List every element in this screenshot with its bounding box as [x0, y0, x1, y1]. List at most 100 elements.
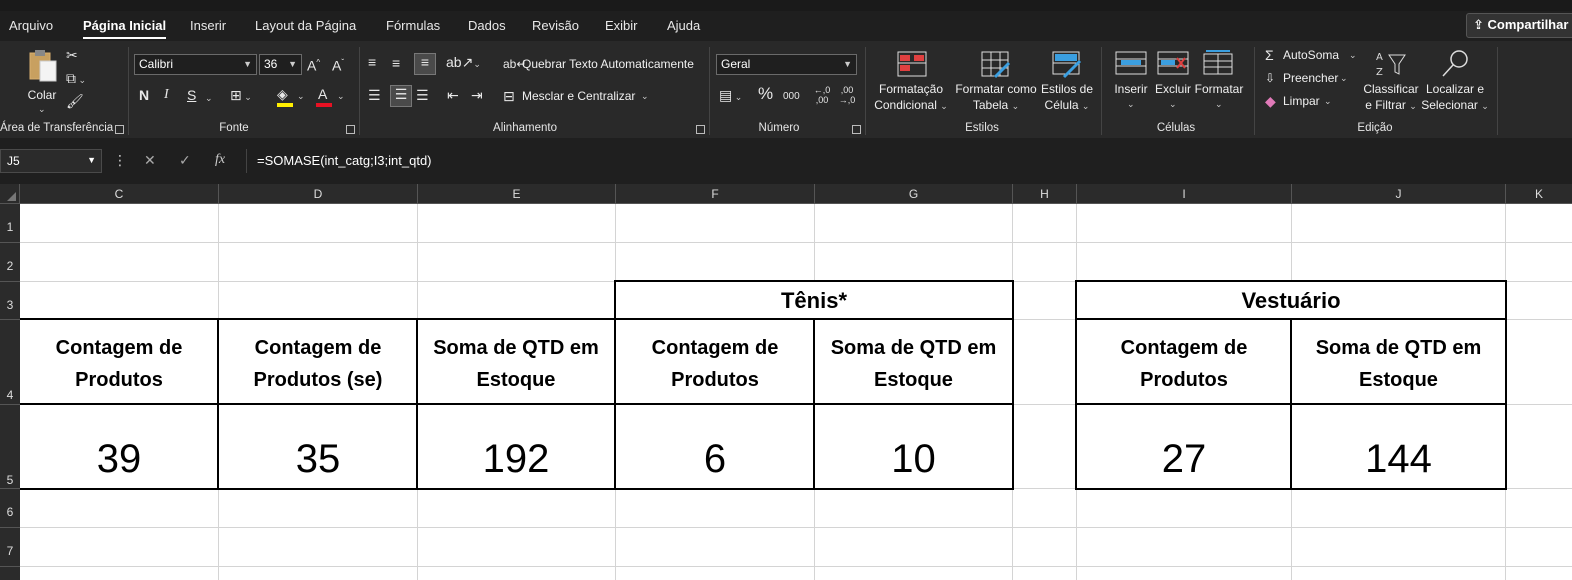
align-middle-icon[interactable]: ≡ — [392, 55, 400, 71]
chevron-down-icon: ⌄ — [1324, 96, 1332, 106]
row-headers: 1 2 3 4 5 6 7 — [0, 204, 20, 580]
bold-button[interactable]: N — [139, 87, 149, 103]
cell-styles-button[interactable]: Estilos de Célula ⌄ — [1040, 49, 1094, 119]
insert-cells-button[interactable]: Inserir ⌄ — [1110, 49, 1152, 119]
fill-button[interactable]: ⇩ Preencher ⌄ — [1265, 70, 1355, 88]
value-cell-j5[interactable]: 144 — [1290, 403, 1507, 490]
value-cell-i5[interactable]: 27 — [1075, 403, 1293, 490]
clipboard-launcher-icon[interactable] — [115, 125, 124, 134]
row-header-6[interactable]: 6 — [0, 489, 20, 528]
decrease-indent-icon[interactable]: ⇤ — [447, 87, 459, 103]
header-cell-e4[interactable]: Soma de QTD em Estoque — [416, 318, 616, 406]
merge-center-button[interactable]: ⊟ Mesclar e Centralizar ⌄ — [503, 88, 663, 106]
thousands-separator-button[interactable]: 000 — [783, 89, 800, 105]
tab-layout-da-pagina[interactable]: Layout da Página — [255, 18, 356, 33]
decrease-font-icon[interactable]: Aˇ — [332, 55, 344, 74]
group-title-tenis[interactable]: Tênis* — [614, 280, 1014, 321]
insert-function-icon[interactable]: fx — [215, 152, 225, 168]
worksheet-grid[interactable]: Tênis* Vestuário Contagem de Produtos Con… — [20, 204, 1572, 580]
column-header-e[interactable]: E — [418, 184, 616, 204]
header-cell-g4[interactable]: Soma de QTD em Estoque — [813, 318, 1014, 406]
format-as-table-button[interactable]: Formatar como Tabela ⌄ — [953, 49, 1039, 119]
tab-ajuda[interactable]: Ajuda — [667, 18, 700, 33]
italic-button[interactable]: I — [164, 87, 169, 103]
header-cell-i4[interactable]: Contagem de Produtos — [1075, 318, 1293, 406]
paste-button[interactable]: Colar ⌄ — [22, 47, 62, 114]
increase-decimal-button[interactable]: ←,0 ,00 — [813, 85, 831, 105]
row-header-1[interactable]: 1 — [0, 204, 20, 243]
name-box[interactable]: J5 ▼ — [0, 149, 102, 173]
decrease-decimal-button[interactable]: ,00 →,0 — [838, 85, 856, 105]
tab-pagina-inicial[interactable]: Página Inicial — [83, 18, 167, 39]
number-launcher-icon[interactable] — [852, 125, 861, 134]
column-header-k[interactable]: K — [1506, 184, 1572, 204]
borders-icon[interactable]: ⊞ ⌄ — [230, 87, 252, 105]
header-cell-c4[interactable]: Contagem de Produtos — [20, 318, 220, 406]
value-cell-e5[interactable]: 192 — [416, 403, 616, 490]
header-cell-j4[interactable]: Soma de QTD em Estoque — [1290, 318, 1507, 406]
formula-input[interactable]: =SOMASE(int_catg;I3;int_qtd) — [246, 149, 1572, 173]
column-header-c[interactable]: C — [20, 184, 219, 204]
row-header-3[interactable]: 3 — [0, 282, 20, 320]
orientation-icon[interactable]: ab↗⌄ — [446, 54, 481, 72]
column-header-j[interactable]: J — [1292, 184, 1506, 204]
value-cell-c5[interactable]: 39 — [20, 403, 220, 490]
row-header-4[interactable]: 4 — [0, 320, 20, 405]
header-cell-f4[interactable]: Contagem de Produtos — [614, 318, 816, 406]
format-painter-icon[interactable]: 🖌 — [66, 93, 84, 109]
value-cell-g5[interactable]: 10 — [813, 403, 1014, 490]
select-all-button[interactable] — [0, 184, 20, 204]
underline-button[interactable]: S — [187, 87, 196, 103]
sort-filter-button[interactable]: A Z Classificar e Filtrar ⌄ — [1362, 47, 1420, 119]
font-size-select[interactable]: 36 ▼ — [259, 54, 302, 75]
font-color-button[interactable]: A ⌄ — [316, 86, 348, 108]
find-select-button[interactable]: Localizar e Selecionar ⌄ — [1421, 47, 1489, 119]
row-header-7[interactable]: 7 — [0, 528, 20, 567]
header-cell-d4[interactable]: Contagem de Produtos (se) — [217, 318, 419, 406]
value-cell-d5[interactable]: 35 — [217, 403, 419, 490]
align-left-icon[interactable]: ☰ — [368, 87, 381, 103]
tab-dados[interactable]: Dados — [468, 18, 506, 33]
tab-formulas[interactable]: Fórmulas — [386, 18, 440, 33]
column-header-f[interactable]: F — [616, 184, 815, 204]
align-right-icon[interactable]: ☰ — [416, 87, 429, 103]
cut-icon[interactable]: ✂ — [66, 47, 78, 63]
column-header-h[interactable]: H — [1013, 184, 1077, 204]
format-cells-button[interactable]: Formatar ⌄ — [1194, 49, 1244, 119]
copy-icon[interactable]: ⧉ ⌄ — [66, 70, 86, 88]
value-cell-f5[interactable]: 6 — [614, 403, 816, 490]
align-bottom-icon[interactable]: ≡ — [414, 53, 436, 75]
share-button[interactable]: ⇪ Compartilhar — [1466, 13, 1572, 38]
accounting-format-icon[interactable]: ▤ ⌄ — [719, 87, 742, 105]
column-header-g[interactable]: G — [815, 184, 1013, 204]
chevron-down-icon[interactable]: ⌄ — [205, 93, 213, 104]
tab-revisao[interactable]: Revisão — [532, 18, 579, 33]
conditional-formatting-button[interactable]: Formatação Condicional ⌄ — [870, 49, 952, 119]
tab-inserir[interactable]: Inserir — [190, 18, 226, 33]
group-title-vestuario[interactable]: Vestuário — [1075, 280, 1507, 321]
tab-exibir[interactable]: Exibir — [605, 18, 638, 33]
row-header-5[interactable]: 5 — [0, 405, 20, 489]
increase-font-icon[interactable]: A^ — [307, 55, 320, 74]
autosum-button[interactable]: Σ AutoSoma ⌄ — [1265, 47, 1360, 65]
column-header-i[interactable]: I — [1077, 184, 1292, 204]
percent-button[interactable]: % — [758, 85, 773, 102]
alignment-launcher-icon[interactable] — [696, 125, 705, 134]
chevron-down-icon: ⌄ — [641, 91, 649, 101]
tab-arquivo[interactable]: Arquivo — [9, 18, 53, 33]
font-launcher-icon[interactable] — [346, 125, 355, 134]
wrap-text-button[interactable]: ab↵ Quebrar Texto Automaticamente — [503, 56, 703, 74]
more-options-icon[interactable]: ⋮ — [113, 152, 127, 169]
column-header-d[interactable]: D — [219, 184, 418, 204]
cancel-icon[interactable]: ✕ — [144, 152, 156, 169]
row-header-2[interactable]: 2 — [0, 243, 20, 282]
align-center-icon[interactable]: ☰ — [390, 85, 412, 107]
check-icon[interactable]: ✓ — [179, 152, 191, 169]
clear-button[interactable]: ◆ Limpar ⌄ — [1265, 93, 1335, 111]
align-top-icon[interactable]: ≡ — [368, 54, 376, 70]
highlight-color-button[interactable]: ◈ ⌄ — [277, 86, 309, 108]
font-name-select[interactable]: Calibri ▼ — [134, 54, 257, 75]
delete-cells-button[interactable]: Excluir ⌄ — [1152, 49, 1194, 119]
increase-indent-icon[interactable]: ⇥ — [471, 87, 483, 103]
number-format-select[interactable]: Geral ▼ — [716, 54, 857, 75]
